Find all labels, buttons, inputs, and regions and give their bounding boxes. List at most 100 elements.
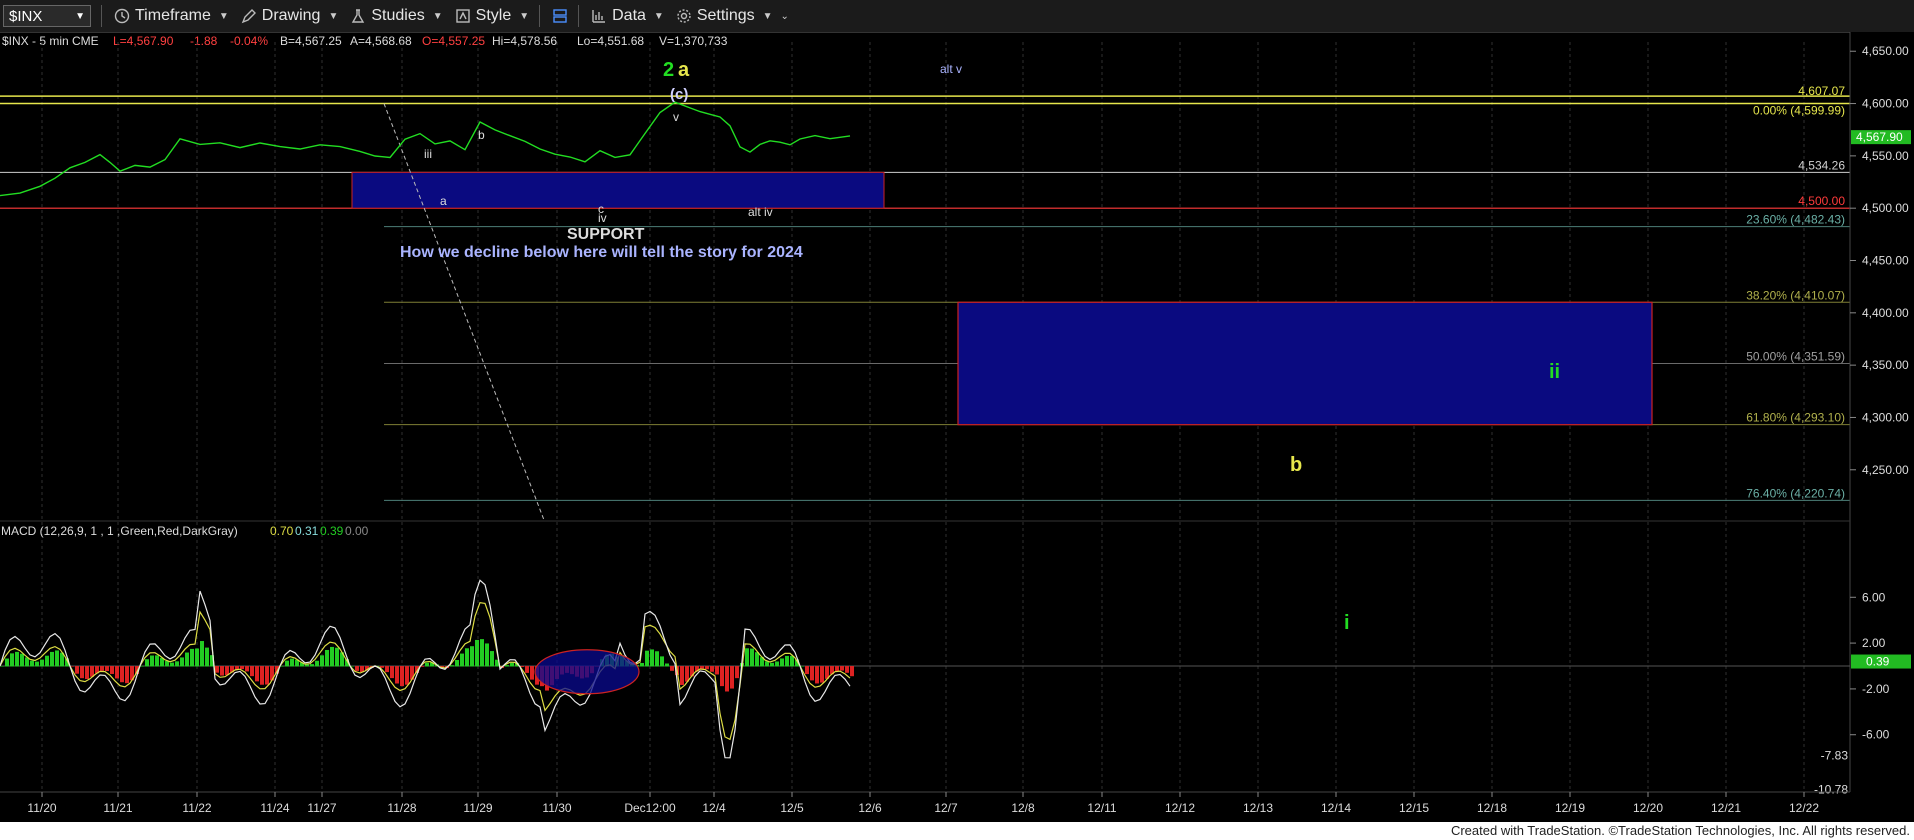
zone-boxes	[351, 103, 1653, 521]
macd-histogram-bar	[355, 666, 359, 671]
macd-histogram-bar	[30, 660, 34, 667]
macd-histogram-bar	[460, 653, 464, 667]
chevron-down-icon: ▼	[519, 10, 530, 22]
macd-histogram-bar	[455, 659, 459, 667]
symbol-input[interactable]: $INX ▼	[3, 5, 91, 27]
settings-label: Settings	[696, 7, 755, 24]
macd-histogram-bar	[335, 647, 339, 667]
layout-button[interactable]	[552, 8, 568, 24]
macd-histogram-bar	[255, 666, 259, 682]
chevron-down-icon[interactable]: ▼	[75, 11, 85, 22]
time-tick-label: 12/8	[1011, 801, 1035, 815]
studies-label: Studies	[371, 7, 425, 24]
macd-histogram-bar	[150, 655, 154, 667]
fib-label: 50.00% (4,351.59)	[1746, 349, 1845, 363]
macd-histogram-bar	[735, 666, 739, 679]
wave-label: alt v	[940, 62, 962, 76]
studies-button[interactable]: Studies ▼	[350, 7, 443, 25]
footer: Created with TradeStation. ©TradeStation…	[0, 822, 1914, 840]
chart-area[interactable]: $INX - 5 min CME L=4,567.90 -1.88 -0.04%…	[0, 32, 1914, 822]
macd-histogram-bar	[195, 648, 199, 667]
macd-histogram-bar	[120, 666, 124, 683]
support-box	[351, 171, 885, 209]
wave-label: ii	[1549, 361, 1560, 383]
macd-histogram-bar	[285, 660, 289, 667]
gear-icon	[677, 9, 691, 23]
macd-histogram-bar	[425, 662, 429, 667]
chevron-down-icon: ▼	[762, 10, 773, 22]
macd-histogram-bar	[805, 666, 809, 675]
fib-label: 76.40% (4,220.74)	[1746, 486, 1845, 500]
wave-label: b	[1290, 454, 1302, 476]
macd-tick-label: 6.00	[1862, 590, 1886, 604]
price-tick-label: 4,250.00	[1862, 463, 1909, 477]
macd-histogram-bar	[405, 666, 409, 685]
macd-tick-label: -6.00	[1862, 728, 1890, 742]
macd-histogram-bar	[650, 649, 654, 667]
fib-label: 4,534.26	[1798, 158, 1845, 172]
timeframe-button[interactable]: Timeframe ▼	[114, 7, 229, 25]
macd-histogram-bar	[165, 661, 169, 667]
time-tick-label: 12/21	[1711, 801, 1741, 815]
time-tick-label: 12/7	[934, 801, 958, 815]
macd-pane: -7.83 -10.78	[0, 579, 1850, 796]
time-tick-label: 12/15	[1399, 801, 1429, 815]
fib-label: 23.60% (4,482.43)	[1746, 213, 1845, 227]
macd-histogram-bar	[240, 666, 244, 670]
fib-label: 38.20% (4,410.07)	[1746, 288, 1845, 302]
style-icon	[455, 9, 470, 23]
macd-histogram-bar	[715, 666, 719, 675]
macd-histogram-bar	[40, 659, 44, 667]
macd-histogram-bar	[115, 666, 119, 679]
style-button[interactable]: Style ▼	[455, 7, 529, 25]
macd-histogram-bar	[395, 666, 399, 684]
time-tick-label: 11/29	[463, 801, 492, 815]
wave-label: v	[673, 110, 679, 124]
time-tick-label: 11/30	[542, 801, 571, 815]
time-tick-label: 11/28	[387, 801, 416, 815]
toolbar-separator	[539, 5, 541, 27]
macd-histogram-bar	[145, 659, 149, 667]
macd-histogram-bar	[775, 661, 779, 667]
time-tick-label: Dec12:00	[624, 801, 676, 815]
macd-histogram-bar	[850, 666, 854, 677]
high-price: Hi=4,578.56	[492, 34, 557, 48]
macd-histogram-bar	[15, 651, 19, 667]
time-tick-label: 12/20	[1633, 801, 1663, 815]
macd-extra-label: -10.78	[1814, 782, 1848, 796]
open-price: O=4,557.25	[422, 34, 485, 48]
chevron-down-icon: ▼	[328, 10, 339, 22]
time-tick-label: 11/22	[182, 801, 211, 815]
time-tick-label: 11/21	[103, 801, 132, 815]
flask-icon	[352, 9, 365, 23]
wave-label: (c)	[670, 86, 688, 103]
macd-label: MACD (12,26,9, 1 , 1 ,Green,Red,DarkGray…	[1, 524, 238, 538]
macd-histogram-bar	[330, 646, 334, 667]
macd-histogram-bar	[250, 666, 254, 677]
macd-histogram-bar	[820, 666, 824, 683]
macd-histogram-bar	[155, 655, 159, 667]
macd-histogram-bar	[450, 665, 454, 667]
macd-histogram-bar	[720, 666, 724, 687]
macd-histogram-bar	[55, 650, 59, 667]
macd-histogram-bar	[10, 653, 14, 667]
macd-histogram-bar	[490, 651, 494, 667]
time-tick-label: 12/6	[858, 801, 882, 815]
drawing-button[interactable]: Drawing ▼	[241, 7, 339, 25]
wave-label: i	[1344, 612, 1350, 634]
macd-histogram-bar	[80, 666, 84, 679]
macd-histogram-bar	[225, 666, 229, 676]
macd-value-4: 0.00	[345, 524, 369, 538]
macd-histogram-bar	[465, 648, 469, 667]
bar-chart-icon	[592, 10, 606, 23]
data-button[interactable]: Data ▼	[591, 7, 664, 25]
low-price: Lo=4,551.68	[577, 34, 644, 48]
settings-button[interactable]: Settings ▼ ⌄	[676, 7, 789, 25]
overflow-icon[interactable]: ⌄	[781, 11, 789, 22]
price-tick-label: 4,600.00	[1862, 97, 1909, 111]
macd-histogram-bar	[310, 664, 314, 667]
macd-histogram-bar	[730, 666, 734, 689]
macd-histogram-bar	[85, 666, 89, 680]
macd-histogram-bar	[525, 666, 529, 673]
macd-histogram-bar	[485, 643, 489, 667]
